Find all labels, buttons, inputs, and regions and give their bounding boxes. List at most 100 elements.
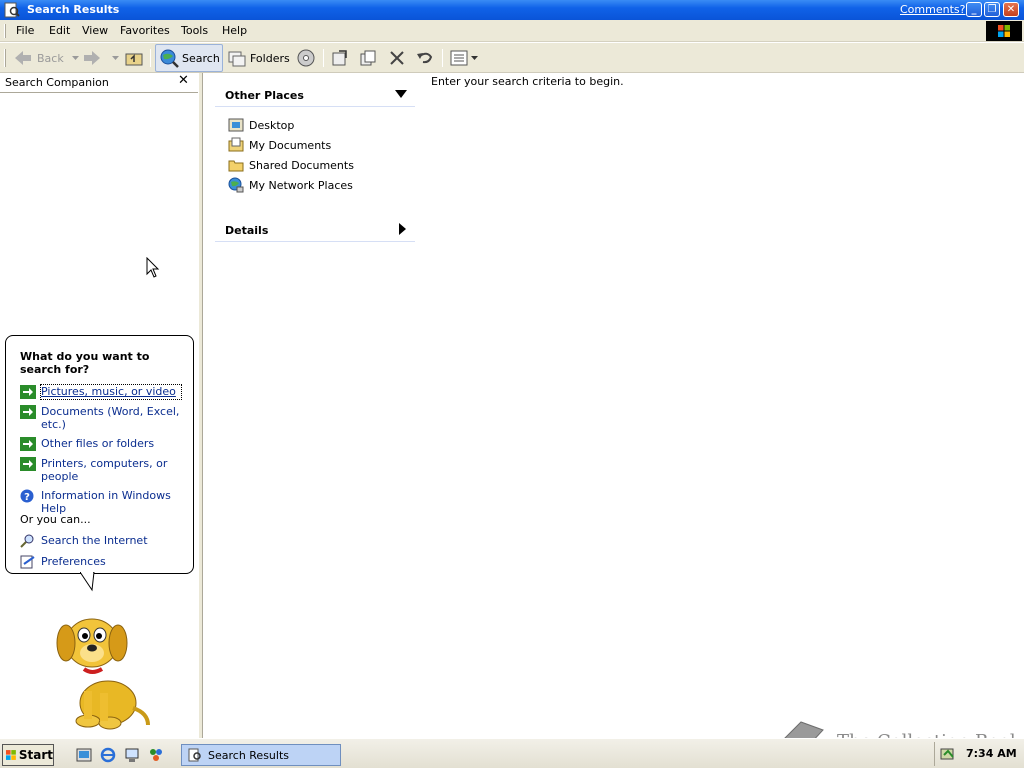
place-shared-documents[interactable]: Shared Documents bbox=[215, 155, 415, 175]
back-dropdown-icon[interactable] bbox=[71, 56, 79, 60]
start-button[interactable]: Start bbox=[2, 744, 54, 766]
taskbar: Start Search Results 7:34 AM bbox=[0, 738, 1024, 768]
system-tray: 7:34 AM bbox=[934, 742, 1022, 766]
clock: 7:34 AM bbox=[966, 747, 1017, 760]
views-button[interactable] bbox=[449, 46, 478, 70]
restore-button[interactable]: ❐ bbox=[984, 2, 1000, 17]
views-dropdown-icon[interactable] bbox=[471, 56, 478, 60]
other-places-header[interactable]: Other Places bbox=[215, 83, 415, 107]
or-you-can-label: Or you can... bbox=[20, 513, 91, 526]
forward-dropdown-icon[interactable] bbox=[112, 56, 119, 60]
menu-favorites[interactable]: Favorites bbox=[120, 24, 170, 37]
forward-arrow-icon bbox=[84, 51, 100, 65]
menu-help[interactable]: Help bbox=[222, 24, 247, 37]
option-printers-computers-people[interactable]: Printers, computers, or people bbox=[20, 457, 181, 483]
green-arrow-icon bbox=[20, 457, 36, 471]
place-label: Shared Documents bbox=[249, 158, 354, 172]
windows-flag-icon bbox=[998, 25, 1010, 37]
collapse-chevron-icon[interactable] bbox=[395, 90, 407, 98]
toolbar-separator bbox=[323, 49, 324, 67]
expand-chevron-icon[interactable] bbox=[399, 223, 406, 235]
option-search-internet[interactable]: Search the Internet bbox=[20, 534, 181, 548]
taskbar-search-results-button[interactable]: Search Results bbox=[181, 744, 341, 766]
title-bar: Search Results Comments? _ ❐ ✕ bbox=[0, 0, 1024, 20]
search-companion-pane: Search Companion ✕ What do you want to s… bbox=[0, 73, 198, 738]
search-question: What do you want to search for? bbox=[20, 350, 150, 376]
forward-button[interactable] bbox=[82, 46, 119, 70]
option-label: Pictures, music, or video bbox=[40, 384, 182, 400]
close-pane-icon[interactable]: ✕ bbox=[178, 73, 189, 88]
preferences-icon bbox=[20, 555, 35, 569]
task-label: Search Results bbox=[208, 748, 290, 762]
green-arrow-icon bbox=[20, 405, 36, 419]
option-label: Other files or folders bbox=[41, 437, 155, 450]
folders-icon bbox=[228, 51, 246, 67]
sync-button[interactable] bbox=[296, 46, 316, 70]
messenger-icon[interactable] bbox=[148, 747, 164, 763]
search-toggle-button[interactable]: Search bbox=[155, 44, 223, 72]
desktop-icon bbox=[228, 118, 244, 132]
option-preferences[interactable]: Preferences bbox=[20, 555, 181, 569]
folders-label: Folders bbox=[250, 51, 290, 65]
my-documents-icon bbox=[228, 137, 244, 152]
place-desktop[interactable]: Desktop bbox=[215, 115, 415, 135]
undo-button[interactable] bbox=[415, 46, 435, 70]
start-flag-icon bbox=[6, 750, 16, 760]
network-icon[interactable] bbox=[124, 747, 140, 763]
tray-app-icon[interactable] bbox=[939, 745, 957, 763]
windows-logo bbox=[986, 21, 1022, 41]
internet-explorer-icon[interactable] bbox=[100, 747, 116, 763]
back-arrow-icon bbox=[15, 51, 31, 65]
search-companion-header: Search Companion ✕ bbox=[0, 73, 198, 93]
search-dog-icon bbox=[56, 618, 150, 730]
menu-grip[interactable] bbox=[4, 24, 6, 38]
other-places-title: Other Places bbox=[225, 89, 304, 102]
delete-button[interactable] bbox=[387, 46, 407, 70]
search-criteria-message: Enter your search criteria to begin. bbox=[431, 75, 624, 88]
place-label: Desktop bbox=[249, 118, 295, 132]
search-balloon: What do you want to search for? Pictures… bbox=[5, 335, 194, 574]
search-window-icon bbox=[4, 2, 20, 18]
window-title: Search Results bbox=[27, 3, 120, 16]
option-documents[interactable]: Documents (Word, Excel, etc.) bbox=[20, 405, 181, 431]
place-my-network-places[interactable]: My Network Places bbox=[215, 175, 415, 195]
up-folder-button[interactable] bbox=[124, 46, 144, 70]
minimize-button[interactable]: _ bbox=[966, 2, 982, 17]
mouse-cursor-icon bbox=[146, 257, 160, 278]
move-to-button[interactable] bbox=[330, 46, 350, 70]
shared-folder-icon bbox=[228, 160, 244, 172]
option-label: Preferences bbox=[41, 555, 106, 568]
results-pane: Other Places Desktop My Documents Shared… bbox=[203, 73, 1024, 763]
search-companion-title: Search Companion bbox=[5, 76, 109, 89]
close-button[interactable]: ✕ bbox=[1003, 2, 1019, 17]
menu-view[interactable]: View bbox=[82, 24, 108, 37]
place-my-documents[interactable]: My Documents bbox=[215, 135, 415, 155]
toolbar-separator bbox=[442, 49, 443, 67]
menu-tools[interactable]: Tools bbox=[181, 24, 208, 37]
option-other-files[interactable]: Other files or folders bbox=[20, 437, 181, 451]
place-label: My Documents bbox=[249, 138, 332, 152]
menu-file[interactable]: File bbox=[16, 24, 34, 37]
views-icon bbox=[450, 50, 468, 66]
search-globe-icon bbox=[160, 49, 179, 68]
start-label: Start bbox=[18, 748, 53, 762]
show-desktop-icon[interactable] bbox=[76, 747, 92, 763]
green-arrow-icon bbox=[20, 437, 36, 451]
place-label: My Network Places bbox=[249, 178, 353, 192]
option-windows-help[interactable]: ? Information in Windows Help bbox=[20, 489, 191, 515]
copy-to-button[interactable] bbox=[358, 46, 378, 70]
magnifier-icon bbox=[20, 534, 34, 548]
option-pictures-music-video[interactable]: Pictures, music, or video bbox=[20, 384, 182, 400]
back-button[interactable]: Back bbox=[13, 46, 79, 70]
svg-text:?: ? bbox=[24, 492, 30, 503]
comments-link[interactable]: Comments? bbox=[900, 3, 965, 16]
delete-x-icon bbox=[390, 51, 404, 65]
details-header[interactable]: Details bbox=[215, 218, 415, 242]
toolbar-separator bbox=[150, 49, 151, 67]
sync-disc-icon bbox=[297, 49, 315, 67]
folders-button[interactable]: Folders bbox=[227, 46, 290, 70]
move-to-icon bbox=[332, 50, 347, 66]
menu-edit[interactable]: Edit bbox=[49, 24, 70, 37]
network-places-icon bbox=[228, 177, 244, 193]
toolbar-grip[interactable] bbox=[4, 49, 6, 67]
